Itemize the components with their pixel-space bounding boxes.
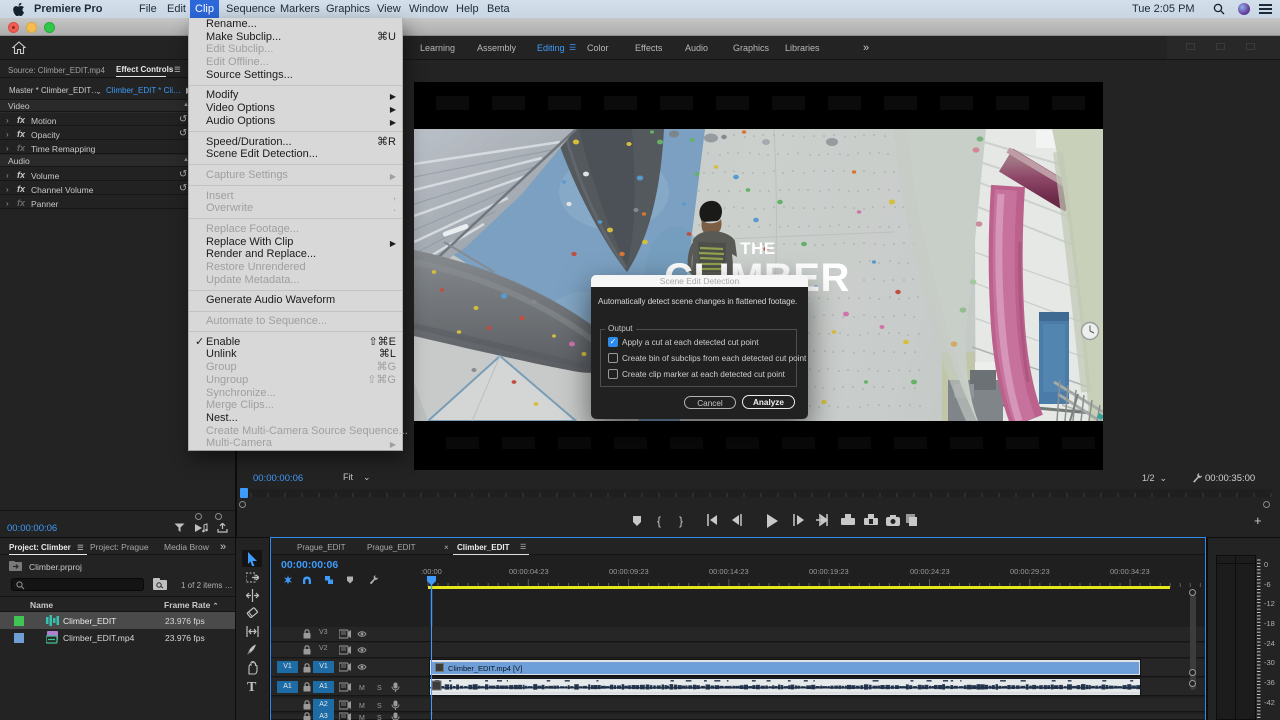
svg-text:M: M	[359, 685, 365, 692]
svg-text:S: S	[377, 703, 382, 710]
svg-text:M: M	[359, 703, 365, 710]
svg-text:}: }	[679, 514, 683, 528]
svg-text:S: S	[377, 715, 382, 720]
svg-text:S: S	[377, 685, 382, 692]
svg-text:{: {	[657, 514, 661, 528]
svg-text:T: T	[247, 680, 257, 693]
svg-text:M: M	[359, 715, 365, 720]
